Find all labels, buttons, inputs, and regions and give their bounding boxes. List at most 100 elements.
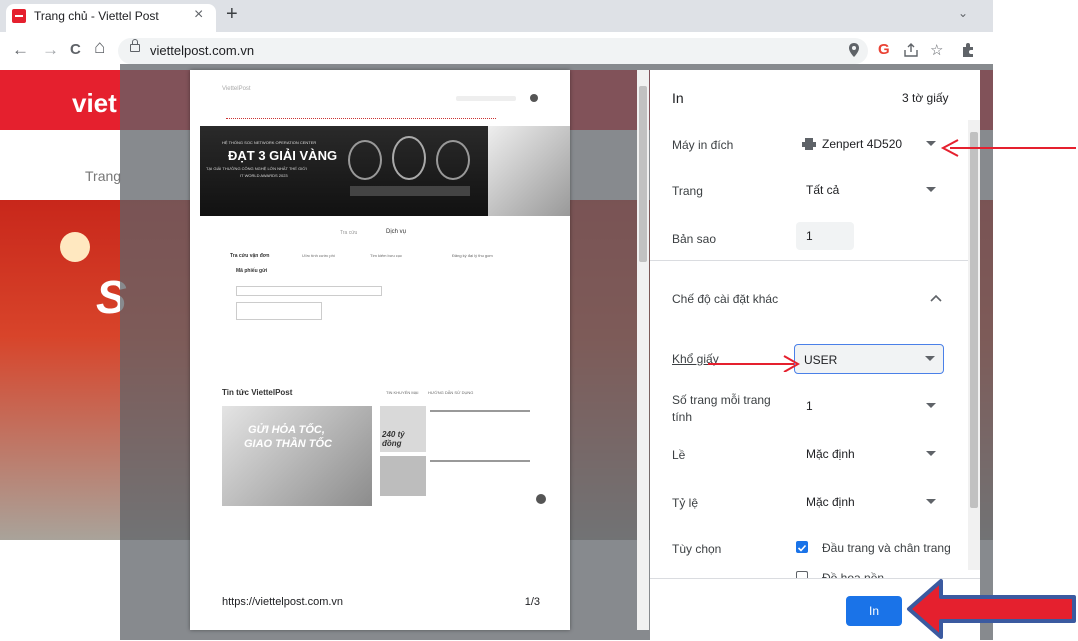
copies-value: 1 [806,229,813,243]
preview-scrollbar-thumb[interactable] [639,86,647,262]
preview-avatar [530,94,538,102]
pages-per-sheet-value: 1 [806,399,813,413]
margins-value: Mặc định [806,447,855,461]
pages-per-sheet-label: Số trang mỗi trang tính [672,392,771,426]
chevron-down-icon [926,499,936,504]
destination-select[interactable]: Zenpert 4D520 [796,130,944,158]
preview-order-input [236,286,382,296]
google-icon[interactable]: G [878,41,890,58]
extensions-icon[interactable] [960,42,976,58]
preview-tab-a: Tra cứu [340,230,358,236]
preview-news-tab: HƯỚNG DẪN SỬ DỤNG [428,390,474,395]
options-label: Tùy chọn [672,542,722,556]
lock-icon[interactable] [130,39,140,52]
preview-news-headline-2: GIAO THẦN TỐC [244,438,332,450]
award-podium [350,186,470,196]
preview-search [456,96,516,101]
check-icon [797,544,807,552]
scale-select[interactable]: Mặc định [796,488,944,516]
preview-nav [226,118,496,121]
banner-sun-decoration [60,232,90,262]
preview-news-image: GỬI HỎA TỐC, GIAO THẦN TỐC [222,406,372,506]
paper-size-select[interactable]: USER [794,344,944,374]
sheet-count: 3 tờ giấy [902,91,949,105]
margins-label: Lề [672,448,686,462]
preview-subtab: Tìm kiếm bưu cục [370,253,403,258]
preview-news-line [430,410,530,412]
copies-input[interactable]: 1 [796,222,854,250]
back-icon[interactable]: ← [12,40,29,60]
margins-select[interactable]: Mặc định [796,440,944,468]
tab-close-icon[interactable]: × [194,6,203,24]
preview-chat-icon [536,494,546,504]
preview-news-thumb-1: 240 tỷ đồng [380,406,426,452]
divider [650,260,968,261]
preview-banner-line2: TẠI GIẢI THƯỞNG CÔNG NGHỆ LỚN NHẤT THẾ G… [206,166,307,171]
headers-footers-checkbox[interactable] [796,541,808,553]
chevron-down-icon [926,141,936,146]
preview-banner: HỆ THỐNG SOC NETWORK OPERATION CENTER ĐẠ… [200,126,488,216]
preview-subtab: Đăng ký đại lý thu gom [452,253,493,258]
pages-per-sheet-select[interactable]: 1 [796,392,944,420]
url-text[interactable]: viettelpost.com.vn [150,43,254,58]
preview-news-line [430,460,530,462]
tab-title: Trang chủ - Viettel Post [34,9,159,23]
location-icon[interactable] [848,42,860,58]
page-logo: viet [72,88,117,118]
scale-value: Mặc định [806,495,855,509]
pages-value: Tất cả [806,183,840,197]
preview-news-headline-1: GỬI HỎA TỐC, [248,424,325,436]
forward-icon[interactable]: → [42,40,59,60]
chevron-up-icon[interactable] [930,294,942,302]
preview-page-indicator: 1/3 [524,596,540,608]
tab-search-icon[interactable]: ⌄ [958,6,968,20]
destination-label: Máy in đích [672,138,734,152]
chevron-down-icon [926,187,936,192]
dialog-title: In [672,90,684,106]
preview-logo: ViettelPost [222,86,251,92]
print-preview-page: ViettelPost HỆ THỐNG SOC NETWORK OPERATI… [190,70,570,630]
pages-select[interactable]: Tất cả [796,176,944,204]
annotation-arrow-print [907,579,1076,639]
preview-banner-line1: HỆ THỐNG SOC NETWORK OPERATION CENTER [222,140,317,145]
preview-order-label: Mã phiếu gửi [236,268,268,274]
annotation-arrow-destination [940,139,1076,157]
preview-banner-title: ĐẠT 3 GIẢI VÀNG [228,148,338,163]
chevron-down-icon [926,451,936,456]
background-graphics-label: Đồ họa nền [822,571,885,578]
preview-subtab: Ước tính cước phí [302,253,335,258]
preview-footer-url: https://viettelpost.com.vn [222,596,344,608]
printer-icon [802,138,816,150]
preview-tab-b: Dịch vụ [386,229,407,235]
print-button[interactable]: In [846,596,902,626]
home-icon[interactable]: ⌂ [94,37,105,59]
annotation-arrow-paper-size [708,355,801,372]
preview-banner-side [488,126,570,216]
scale-label: Tỷ lệ [672,496,699,510]
pages-per-sheet-label-line2: tính [672,410,693,424]
viettel-favicon-icon [12,9,26,23]
copies-label: Bản sao [672,232,717,246]
dialog-scrollbar-thumb[interactable] [970,132,978,508]
preview-banner-line3: IT WORLD AWARDS 2023 [240,173,288,178]
reload-icon[interactable]: C [70,41,81,58]
preview-news-amount: 240 tỷ đồng [382,430,405,448]
destination-value: Zenpert 4D520 [822,137,903,151]
award-wreath-3 [436,140,470,180]
paper-size-value: USER [804,353,838,367]
star-icon[interactable]: ☆ [930,41,943,59]
preview-captcha [236,302,322,320]
award-wreath-2 [392,136,426,180]
page-nav-item: Trang [85,168,122,184]
chevron-down-icon [925,356,935,361]
new-tab-button[interactable]: + [226,3,238,26]
preview-news-title: Tin tức ViettelPost [222,388,293,397]
pages-per-sheet-label-line1: Số trang mỗi trang [672,393,771,407]
preview-subtab: Tra cứu vận đơn [230,253,270,259]
preview-news-tab: TIN KHUYẾN MẠI [386,390,419,395]
pages-label: Trang [672,184,703,198]
award-wreath-1 [348,140,382,180]
more-settings-label[interactable]: Chế độ cài đặt khác [672,292,778,306]
chevron-down-icon [926,403,936,408]
share-icon[interactable] [903,42,919,58]
